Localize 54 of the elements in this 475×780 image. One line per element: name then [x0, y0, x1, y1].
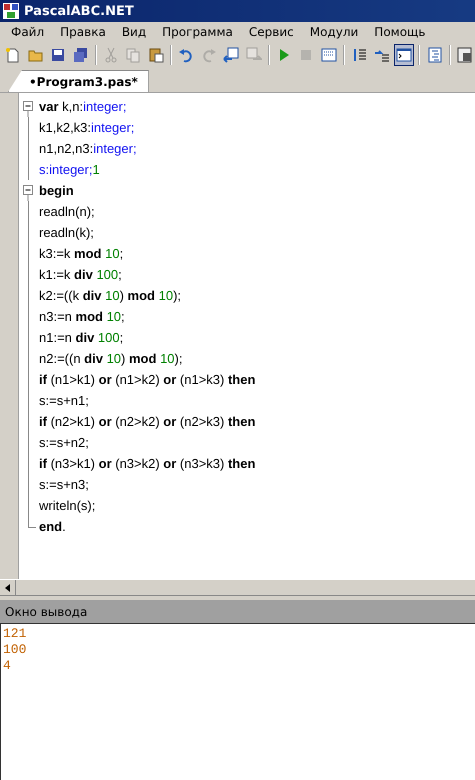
code-line: end.: [39, 519, 66, 534]
menu-item[interactable]: Правка: [53, 25, 113, 39]
code-line: k2:=((k div 10) mod 10);: [39, 288, 182, 303]
code-line: begin: [39, 183, 74, 198]
code-line: readln(n);: [39, 204, 95, 219]
menu-item[interactable]: Сервис: [242, 25, 301, 39]
code-line: writeln(s);: [39, 498, 96, 513]
redo-icon: [200, 47, 217, 63]
step-into-icon: [351, 47, 368, 63]
code-line: n1,n2,n3:integer;: [39, 141, 137, 156]
code-line: if (n2>k1) or (n2>k2) or (n2>k3) then: [39, 414, 256, 429]
code-line: if (n1>k1) or (n1>k2) or (n1>k3) then: [39, 372, 256, 387]
window-arrow-icon: [246, 47, 262, 63]
code-line: s:=s+n3;: [39, 477, 89, 492]
list-icon: [426, 47, 443, 63]
code-line: n3:=n mod 10;: [39, 309, 125, 324]
window-arrow-icon: [223, 47, 240, 63]
window-title: PascalABC.NET: [24, 4, 134, 18]
code-line: if (n3>k1) or (n3>k2) or (n3>k3) then: [39, 456, 256, 471]
output-line: 100: [3, 642, 26, 658]
menu-item[interactable]: Программа: [155, 25, 240, 39]
output-line: 4: [3, 658, 11, 674]
compile-icon: [320, 47, 337, 63]
console-icon: [396, 47, 412, 63]
code-line: s:integer;1: [39, 162, 100, 177]
scroll-left-icon[interactable]: [5, 584, 10, 592]
paste-icon: [148, 47, 164, 63]
app-logo-icon: [3, 3, 19, 19]
output-title: Окно вывода: [5, 604, 88, 618]
copy-icon: [125, 47, 142, 63]
save-all-icon: [72, 47, 89, 63]
code-line: var k,n:integer;: [39, 99, 126, 114]
code-editor[interactable]: [0, 93, 475, 579]
output-line: 121: [3, 626, 26, 642]
code-line: s:=s+n2;: [39, 435, 89, 450]
scissors-icon: [102, 47, 119, 63]
menu-item[interactable]: Вид: [114, 25, 154, 39]
code-line: s:=s+n1;: [39, 393, 89, 408]
file-tab[interactable]: •Program3.pas*: [8, 70, 149, 92]
toolbar-button[interactable]: [394, 44, 414, 66]
save-icon: [50, 47, 66, 63]
code-line: readln(k);: [39, 225, 94, 240]
undo-icon: [178, 47, 194, 63]
code-line: n1:=n div 100;: [39, 330, 124, 345]
menu-item[interactable]: Помощь: [367, 25, 432, 39]
code-line: k1,k2,k3:integer;: [39, 120, 134, 135]
new-file-icon: [5, 47, 22, 63]
code-line: n2:=((n div 10) mod 10);: [39, 351, 182, 366]
menu-item[interactable]: Файл: [4, 25, 52, 39]
menu-item[interactable]: Модули: [302, 25, 366, 39]
horizontal-scrollbar[interactable]: [0, 579, 475, 595]
code-line: k1:=k div 100;: [39, 267, 122, 282]
document-icon: [456, 47, 473, 63]
code-line: k3:=k mod 10;: [39, 246, 124, 261]
